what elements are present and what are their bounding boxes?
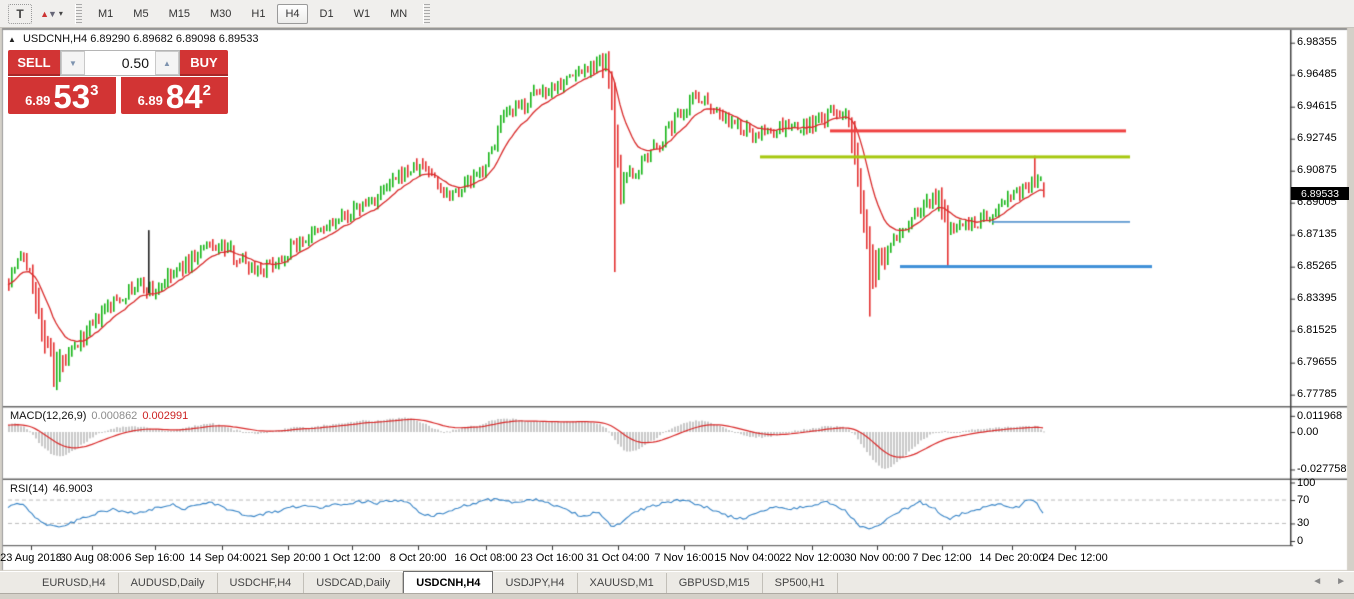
date-tick-label: 14 Dec 20:00 xyxy=(979,552,1045,564)
buy-price-button[interactable]: 6.89 84 2 xyxy=(120,77,228,115)
symbol-tab-bar: EURUSD,H4 AUDUSD,Daily USDCHF,H4 USDCAD,Dai… xyxy=(0,571,1354,593)
mt4-chart-screen: T ▲ ▼ ▾ M1 M5 M15 M30 H1 H4 D1 W1 MN ▲ USDCNH,H4 … xyxy=(0,0,1354,599)
date-tick-label: 6 Sep 16:00 xyxy=(125,552,185,564)
macd-axis-label: 0.011968 xyxy=(1297,409,1343,422)
chevron-down-icon[interactable]: ▾ xyxy=(59,9,63,18)
ohlc-open: 6.89290 xyxy=(90,33,130,45)
tab-scroll-left-button[interactable]: ◄ xyxy=(1312,576,1322,587)
timeframe-button-m15[interactable]: M15 xyxy=(161,4,198,24)
sell-price-prefix: 6.89 xyxy=(25,93,51,108)
one-click-trade-panel: SELL ▼ ▲ BUY 6.89 53 3 6.89 84 2 xyxy=(8,50,228,114)
arrow-down-icon: ▼ xyxy=(47,8,57,19)
timeframe-button-h1[interactable]: H1 xyxy=(243,4,273,24)
price-tick-label: 6.83395 xyxy=(1297,292,1337,305)
macd-label: MACD(12,26,9) 0.000862 0.002991 xyxy=(10,410,188,422)
timeframe-button-mn[interactable]: MN xyxy=(382,4,415,24)
symbol-tab-usdcad-daily[interactable]: USDCAD,Daily xyxy=(304,573,404,593)
sell-price-button[interactable]: 6.89 53 3 xyxy=(8,77,116,114)
symbol-period-label: USDCNH,H4 xyxy=(22,33,88,45)
buy-price-main: 84 xyxy=(165,77,203,115)
symbol-tab-xauusd-m1[interactable]: XAUUSD,M1 xyxy=(578,573,667,593)
macd-value: 0.000862 xyxy=(91,410,138,422)
date-tick-label: 7 Dec 12:00 xyxy=(912,552,972,564)
date-tick-label: 30 Nov 00:00 xyxy=(844,552,910,564)
date-tick-label: 24 Dec 12:00 xyxy=(1042,552,1108,564)
chart-title: ▲ USDCNH,H4 6.89290 6.89682 6.89098 6.89… xyxy=(8,33,258,45)
rsi-axis-label: 100 xyxy=(1297,476,1316,489)
timeframe-toolbar: M1 M5 M15 M30 H1 H4 D1 W1 MN xyxy=(88,3,417,24)
status-strip xyxy=(0,593,1354,599)
ohlc-low: 6.89098 xyxy=(175,33,216,45)
date-tick-label: 31 Oct 04:00 xyxy=(586,552,650,564)
toolbar-grip[interactable] xyxy=(423,3,431,24)
toolbar-grip[interactable] xyxy=(75,3,82,24)
timeframe-button-d1[interactable]: D1 xyxy=(312,4,342,24)
macd-signal-value: 0.002991 xyxy=(142,410,189,422)
date-tick-label: 8 Oct 20:00 xyxy=(389,552,447,564)
symbol-tab-usdjpy-h4[interactable]: USDJPY,H4 xyxy=(493,573,578,593)
volume-up-button[interactable]: ▲ xyxy=(155,51,179,75)
price-tick-label: 6.98355 xyxy=(1297,36,1337,49)
current-price-badge: 6.89533 xyxy=(1291,187,1349,201)
sell-price-pip: 3 xyxy=(90,82,99,99)
timeframe-button-m5[interactable]: M5 xyxy=(125,4,156,24)
symbol-tab-usdcnh-h4[interactable]: USDCNH,H4 xyxy=(403,571,494,593)
symbol-tab-usdchf-h4[interactable]: USDCHF,H4 xyxy=(218,573,305,593)
buy-button[interactable]: BUY xyxy=(180,50,228,76)
date-tick-label: 7 Nov 16:00 xyxy=(654,552,714,564)
timeframe-button-w1[interactable]: W1 xyxy=(346,4,379,24)
timeframe-button-m30[interactable]: M30 xyxy=(202,4,239,24)
date-tick-label: 23 Aug 2018 xyxy=(0,552,62,564)
price-tick-label: 6.85265 xyxy=(1297,260,1337,273)
price-tick-label: 6.94615 xyxy=(1297,100,1337,113)
date-tick-label: 23 Oct 16:00 xyxy=(520,552,584,564)
date-tick-label: 22 Nov 12:00 xyxy=(779,552,845,564)
arrows-tool-button[interactable]: ▲ ▼ ▾ xyxy=(34,3,68,25)
rsi-label: RSI(14) 46.9003 xyxy=(10,483,93,495)
date-tick-label: 30 Aug 08:00 xyxy=(59,552,125,564)
rsi-axis-label: 0 xyxy=(1297,535,1304,547)
price-tick-label: 6.81525 xyxy=(1297,324,1337,337)
rsi-axis-label: 70 xyxy=(1297,494,1310,507)
price-tick-label: 6.79655 xyxy=(1297,356,1337,369)
timeframe-button-h4[interactable]: H4 xyxy=(277,3,308,24)
volume-down-button[interactable]: ▼ xyxy=(61,51,85,75)
symbol-tab-sp500-h1[interactable]: SP500,H1 xyxy=(763,573,838,593)
price-tick-label: 6.92745 xyxy=(1297,132,1337,145)
price-tick-label: 6.90875 xyxy=(1297,164,1337,177)
volume-input[interactable] xyxy=(85,51,155,75)
tab-scroll-right-button[interactable]: ► xyxy=(1336,576,1346,587)
arrow-up-icon: ▲ xyxy=(40,8,49,19)
ohlc-close: 6.89533 xyxy=(218,33,259,45)
macd-name: MACD(12,26,9) xyxy=(10,410,87,422)
top-toolbar: T ▲ ▼ ▾ M1 M5 M15 M30 H1 H4 D1 W1 MN xyxy=(0,0,1354,28)
volume-stepper: ▼ ▲ xyxy=(60,50,180,76)
symbol-tab-gbpusd-m15[interactable]: GBPUSD,M15 xyxy=(667,573,763,593)
date-tick-label: 16 Oct 08:00 xyxy=(454,552,518,564)
sell-price-main: 53 xyxy=(53,77,91,115)
price-tick-label: 6.96485 xyxy=(1297,68,1337,81)
rsi-axis-label: 30 xyxy=(1297,517,1310,530)
sell-button[interactable]: SELL xyxy=(8,50,60,76)
date-tick-label: 21 Sep 20:00 xyxy=(255,552,321,564)
trade-panel-collapse-icon[interactable]: ▲ xyxy=(8,35,16,44)
price-tick-label: 6.87135 xyxy=(1297,228,1337,241)
macd-axis-label: 0.00 xyxy=(1297,426,1319,438)
text-tool-label: T xyxy=(16,6,24,21)
rsi-name: RSI(14) xyxy=(10,483,48,495)
price-tick-label: 6.77785 xyxy=(1297,388,1337,401)
buy-price-pip: 2 xyxy=(202,82,211,99)
macd-axis-label: -0.027758 xyxy=(1297,463,1347,476)
date-tick-label: 14 Sep 04:00 xyxy=(189,552,255,564)
buy-price-prefix: 6.89 xyxy=(137,93,163,108)
symbol-tab-audusd-daily[interactable]: AUDUSD,Daily xyxy=(119,573,218,593)
timeframe-button-m1[interactable]: M1 xyxy=(90,4,121,24)
symbol-tab-eurusd-h4[interactable]: EURUSD,H4 xyxy=(30,573,119,593)
rsi-value: 46.9003 xyxy=(52,483,93,495)
text-tool-button[interactable]: T xyxy=(8,3,32,24)
date-tick-label: 1 Oct 12:00 xyxy=(323,552,381,564)
date-tick-label: 15 Nov 04:00 xyxy=(714,552,780,564)
ohlc-high: 6.89682 xyxy=(133,33,173,45)
